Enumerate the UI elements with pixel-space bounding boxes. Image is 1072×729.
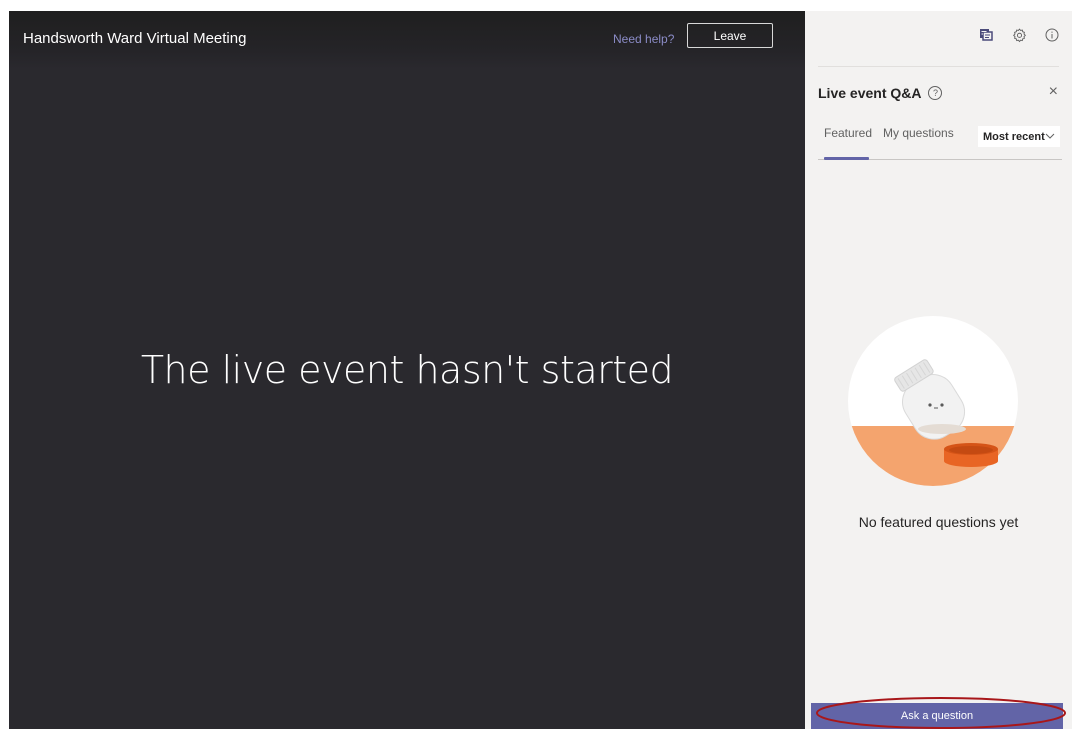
selected-tab-indicator [824, 157, 869, 160]
close-icon[interactable]: × [1049, 84, 1058, 100]
tab-featured[interactable]: Featured [824, 126, 872, 140]
info-icon[interactable] [1044, 27, 1060, 43]
sort-dropdown-value: Most recent [983, 130, 1045, 143]
panel-divider [818, 66, 1059, 67]
tab-my-questions[interactable]: My questions [883, 126, 954, 140]
event-status-message: The live event hasn't started [140, 348, 674, 392]
qa-icon[interactable] [978, 27, 994, 43]
need-help-link[interactable]: Need help? [613, 32, 674, 46]
qa-tabs: Featured My questions Most recent [818, 119, 1062, 160]
empty-jar-illustration-icon [848, 316, 1018, 486]
chevron-down-icon [1045, 131, 1055, 142]
panel-toolbar [978, 27, 1060, 43]
gear-icon[interactable] [1011, 27, 1027, 43]
qa-panel-header: Live event Q&A ? [818, 85, 943, 101]
ask-question-button[interactable]: Ask a question [811, 703, 1063, 729]
leave-button[interactable]: Leave [687, 23, 773, 48]
live-event-window: Handsworth Ward Virtual Meeting Need hel… [9, 11, 1072, 729]
help-icon[interactable]: ? [928, 86, 943, 100]
qa-panel: Live event Q&A ? × Featured My questions… [805, 11, 1072, 729]
meeting-title: Handsworth Ward Virtual Meeting [23, 30, 247, 47]
video-stage: Handsworth Ward Virtual Meeting Need hel… [9, 11, 805, 729]
empty-state-message: No featured questions yet [858, 514, 1019, 530]
stage-header: Handsworth Ward Virtual Meeting Need hel… [9, 11, 805, 69]
sort-dropdown[interactable]: Most recent [978, 126, 1060, 147]
qa-panel-title: Live event Q&A [818, 85, 922, 101]
